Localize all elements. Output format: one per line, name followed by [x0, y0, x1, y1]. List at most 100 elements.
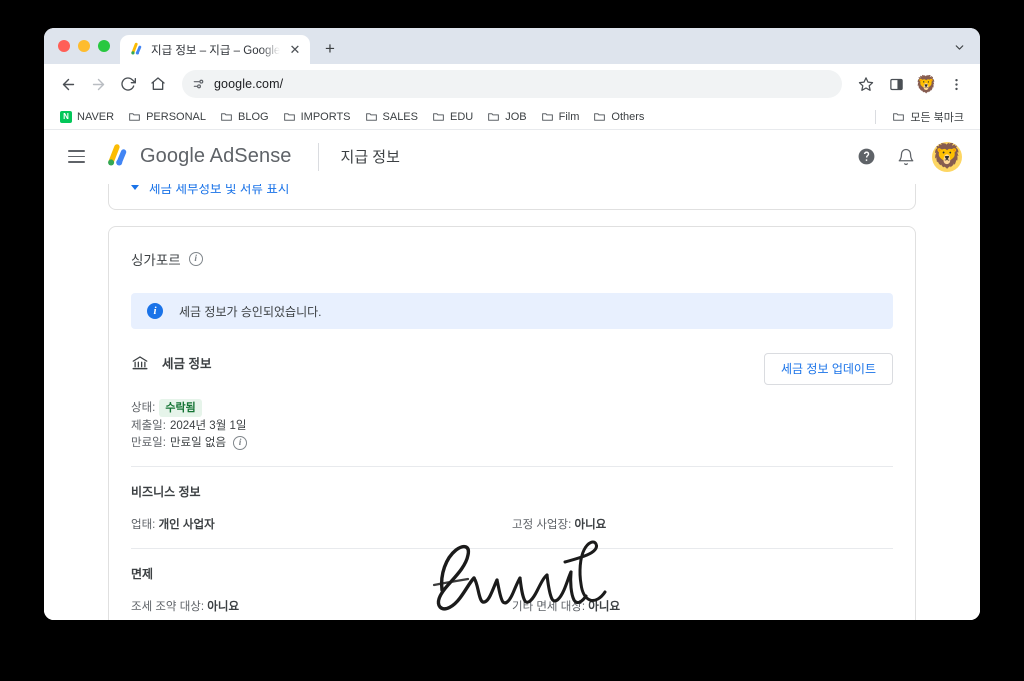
- folder-icon: [128, 110, 141, 123]
- status-banner: i 세금 정보가 승인되었습니다.: [131, 293, 893, 329]
- treaty-cell: 조세 조약 대상: 아니요: [131, 598, 512, 614]
- tab-title: 지급 정보 – 지급 – Google AdSe: [151, 44, 280, 57]
- show-tax-details-label: 세금 세부정보 및 서류 표시: [149, 184, 290, 196]
- browser-tab[interactable]: 지급 정보 – 지급 – Google AdSe ✕: [120, 35, 310, 64]
- folder-icon: [541, 110, 554, 123]
- address-bar[interactable]: google.com/: [182, 70, 842, 98]
- bookmarks-bar: N NAVER PERSONAL BLOG IMPORTS SALES EDU …: [44, 104, 980, 130]
- new-tab-button[interactable]: +: [316, 34, 344, 62]
- info-icon[interactable]: i: [233, 436, 248, 450]
- window-controls: [54, 28, 120, 64]
- other-exemption-value: 아니요: [588, 601, 621, 613]
- business-info-title: 비즈니스 정보: [131, 485, 201, 499]
- expiry-value: 만료일 없음: [169, 437, 227, 449]
- adsense-logo-icon: [104, 143, 131, 170]
- help-icon[interactable]: [852, 143, 880, 171]
- business-type-value: 개인 사업자: [158, 519, 215, 531]
- bookmarks-divider: [875, 109, 877, 124]
- status-banner-text: 세금 정보가 승인되었습니다.: [179, 304, 322, 319]
- tax-info-section-header: 세금 정보 세금 정보 업데이트: [131, 353, 893, 385]
- adsense-favicon-icon: [129, 42, 144, 57]
- tax-details-toggle-card: 세금 세부정보 및 서류 표시: [108, 184, 916, 210]
- exemption-section: 면제 조세 조약 대상: 아니요 기타 면세 대상: 아니요: [131, 549, 893, 620]
- bookmark-imports[interactable]: IMPORTS: [277, 107, 357, 126]
- tax-info-title-group: 세금 정보: [131, 353, 211, 372]
- business-type-label: 업태:: [131, 519, 156, 531]
- maximize-window-button[interactable]: [98, 40, 110, 52]
- adsense-logo[interactable]: Google AdSense: [104, 143, 292, 170]
- avatar[interactable]: 🦁: [932, 141, 962, 172]
- url-text: google.com/: [214, 77, 284, 91]
- bookmark-star-icon[interactable]: [852, 70, 880, 98]
- exemption-rows: 조세 조약 대상: 아니요 기타 면세 대상: 아니요: [131, 598, 893, 620]
- bookmark-sales[interactable]: SALES: [359, 107, 424, 126]
- other-exemption-label: 기타 면세 대상:: [512, 601, 586, 613]
- business-info-rows: 업태: 개인 사업자 고정 사업장: 아니요: [131, 516, 893, 549]
- bookmark-naver[interactable]: N NAVER: [54, 108, 120, 126]
- browser-window: 지급 정보 – 지급 – Google AdSe ✕ +: [44, 28, 980, 620]
- bookmark-label: Film: [558, 110, 580, 123]
- status-label: 상태:: [131, 402, 156, 414]
- page-title: 지급 정보: [340, 149, 400, 166]
- adsense-app: Google AdSense 지급 정보 🦁 세금 세부정보 및 서류 표시 싱…: [44, 130, 980, 620]
- browser-menu-button[interactable]: [942, 70, 970, 98]
- tab-list-chevron-icon[interactable]: [946, 34, 972, 60]
- status-row: 상태: 수락됨: [131, 399, 893, 417]
- info-icon[interactable]: i: [188, 252, 203, 266]
- close-window-button[interactable]: [58, 40, 70, 52]
- bookmark-personal[interactable]: PERSONAL: [122, 107, 212, 126]
- profile-avatar[interactable]: 🦁: [912, 70, 940, 98]
- tab-strip: 지급 정보 – 지급 – Google AdSe ✕ +: [44, 28, 980, 64]
- close-tab-button[interactable]: ✕: [287, 42, 303, 58]
- submitted-row: 제출일: 2024년 3월 1일: [131, 418, 893, 434]
- forward-button[interactable]: [84, 70, 112, 98]
- side-panel-icon[interactable]: [882, 70, 910, 98]
- folder-icon: [220, 110, 233, 123]
- bookmark-label: EDU: [449, 110, 474, 123]
- bookmark-label: NAVER: [77, 110, 115, 123]
- bookmark-others[interactable]: Others: [587, 107, 650, 126]
- bookmark-blog[interactable]: BLOG: [214, 107, 275, 126]
- info-icon: i: [147, 303, 163, 319]
- browser-toolbar: google.com/ 🦁: [44, 64, 980, 104]
- folder-icon: [432, 110, 445, 123]
- folder-icon: [365, 110, 378, 123]
- bookmark-label: SALES: [382, 110, 418, 123]
- singapore-tax-card: 싱가포르 i i 세금 정보가 승인되었습니다. 세금 정보 세금 정보 업데이…: [108, 226, 916, 620]
- all-bookmarks-label: 모든 북마크: [910, 111, 964, 124]
- profile-avatar-emoji: 🦁: [915, 74, 937, 94]
- header-divider: [317, 142, 319, 171]
- expiry-label: 만료일:: [131, 437, 166, 449]
- business-info-section: 비즈니스 정보 업태: 개인 사업자 고정 사업장: 아니요: [131, 467, 893, 549]
- bell-icon[interactable]: [892, 143, 920, 171]
- submitted-value: 2024년 3월 1일: [169, 420, 247, 432]
- submitted-label: 제출일:: [131, 420, 166, 432]
- page-content: 세금 세부정보 및 서류 표시 싱가포르 i i 세금 정보가 승인되었습니다.: [44, 184, 980, 620]
- show-tax-details-link[interactable]: 세금 세부정보 및 서류 표시: [109, 184, 311, 209]
- bookmark-job[interactable]: JOB: [481, 107, 532, 126]
- all-bookmarks-button[interactable]: 모든 북마크: [886, 106, 970, 128]
- site-settings-icon[interactable]: [192, 77, 206, 91]
- expiry-row: 만료일: 만료일 없음 i: [131, 435, 893, 451]
- chevron-down-icon: [131, 185, 139, 190]
- bookmark-film[interactable]: Film: [535, 107, 586, 126]
- adsense-header: Google AdSense 지급 정보 🦁: [44, 130, 980, 184]
- bookmark-label: IMPORTS: [300, 110, 351, 123]
- adsense-brand-text: Google AdSense: [140, 145, 292, 167]
- back-button[interactable]: [54, 70, 82, 98]
- minimize-window-button[interactable]: [78, 40, 90, 52]
- treaty-value: 아니요: [207, 601, 240, 613]
- permanent-establishment-cell: 고정 사업장: 아니요: [512, 516, 893, 532]
- folder-icon: [593, 110, 606, 123]
- bookmark-label: Others: [611, 110, 645, 123]
- country-header: 싱가포르 i: [131, 249, 893, 269]
- hamburger-menu-icon[interactable]: [58, 139, 94, 175]
- reload-button[interactable]: [114, 70, 142, 98]
- update-tax-info-button[interactable]: 세금 정보 업데이트: [764, 353, 893, 385]
- bank-icon: [131, 354, 149, 372]
- home-button[interactable]: [144, 70, 172, 98]
- header-actions: 🦁: [852, 141, 962, 172]
- tax-info-title: 세금 정보: [162, 357, 212, 371]
- bookmark-edu[interactable]: EDU: [426, 107, 479, 126]
- bookmark-label: JOB: [505, 110, 527, 123]
